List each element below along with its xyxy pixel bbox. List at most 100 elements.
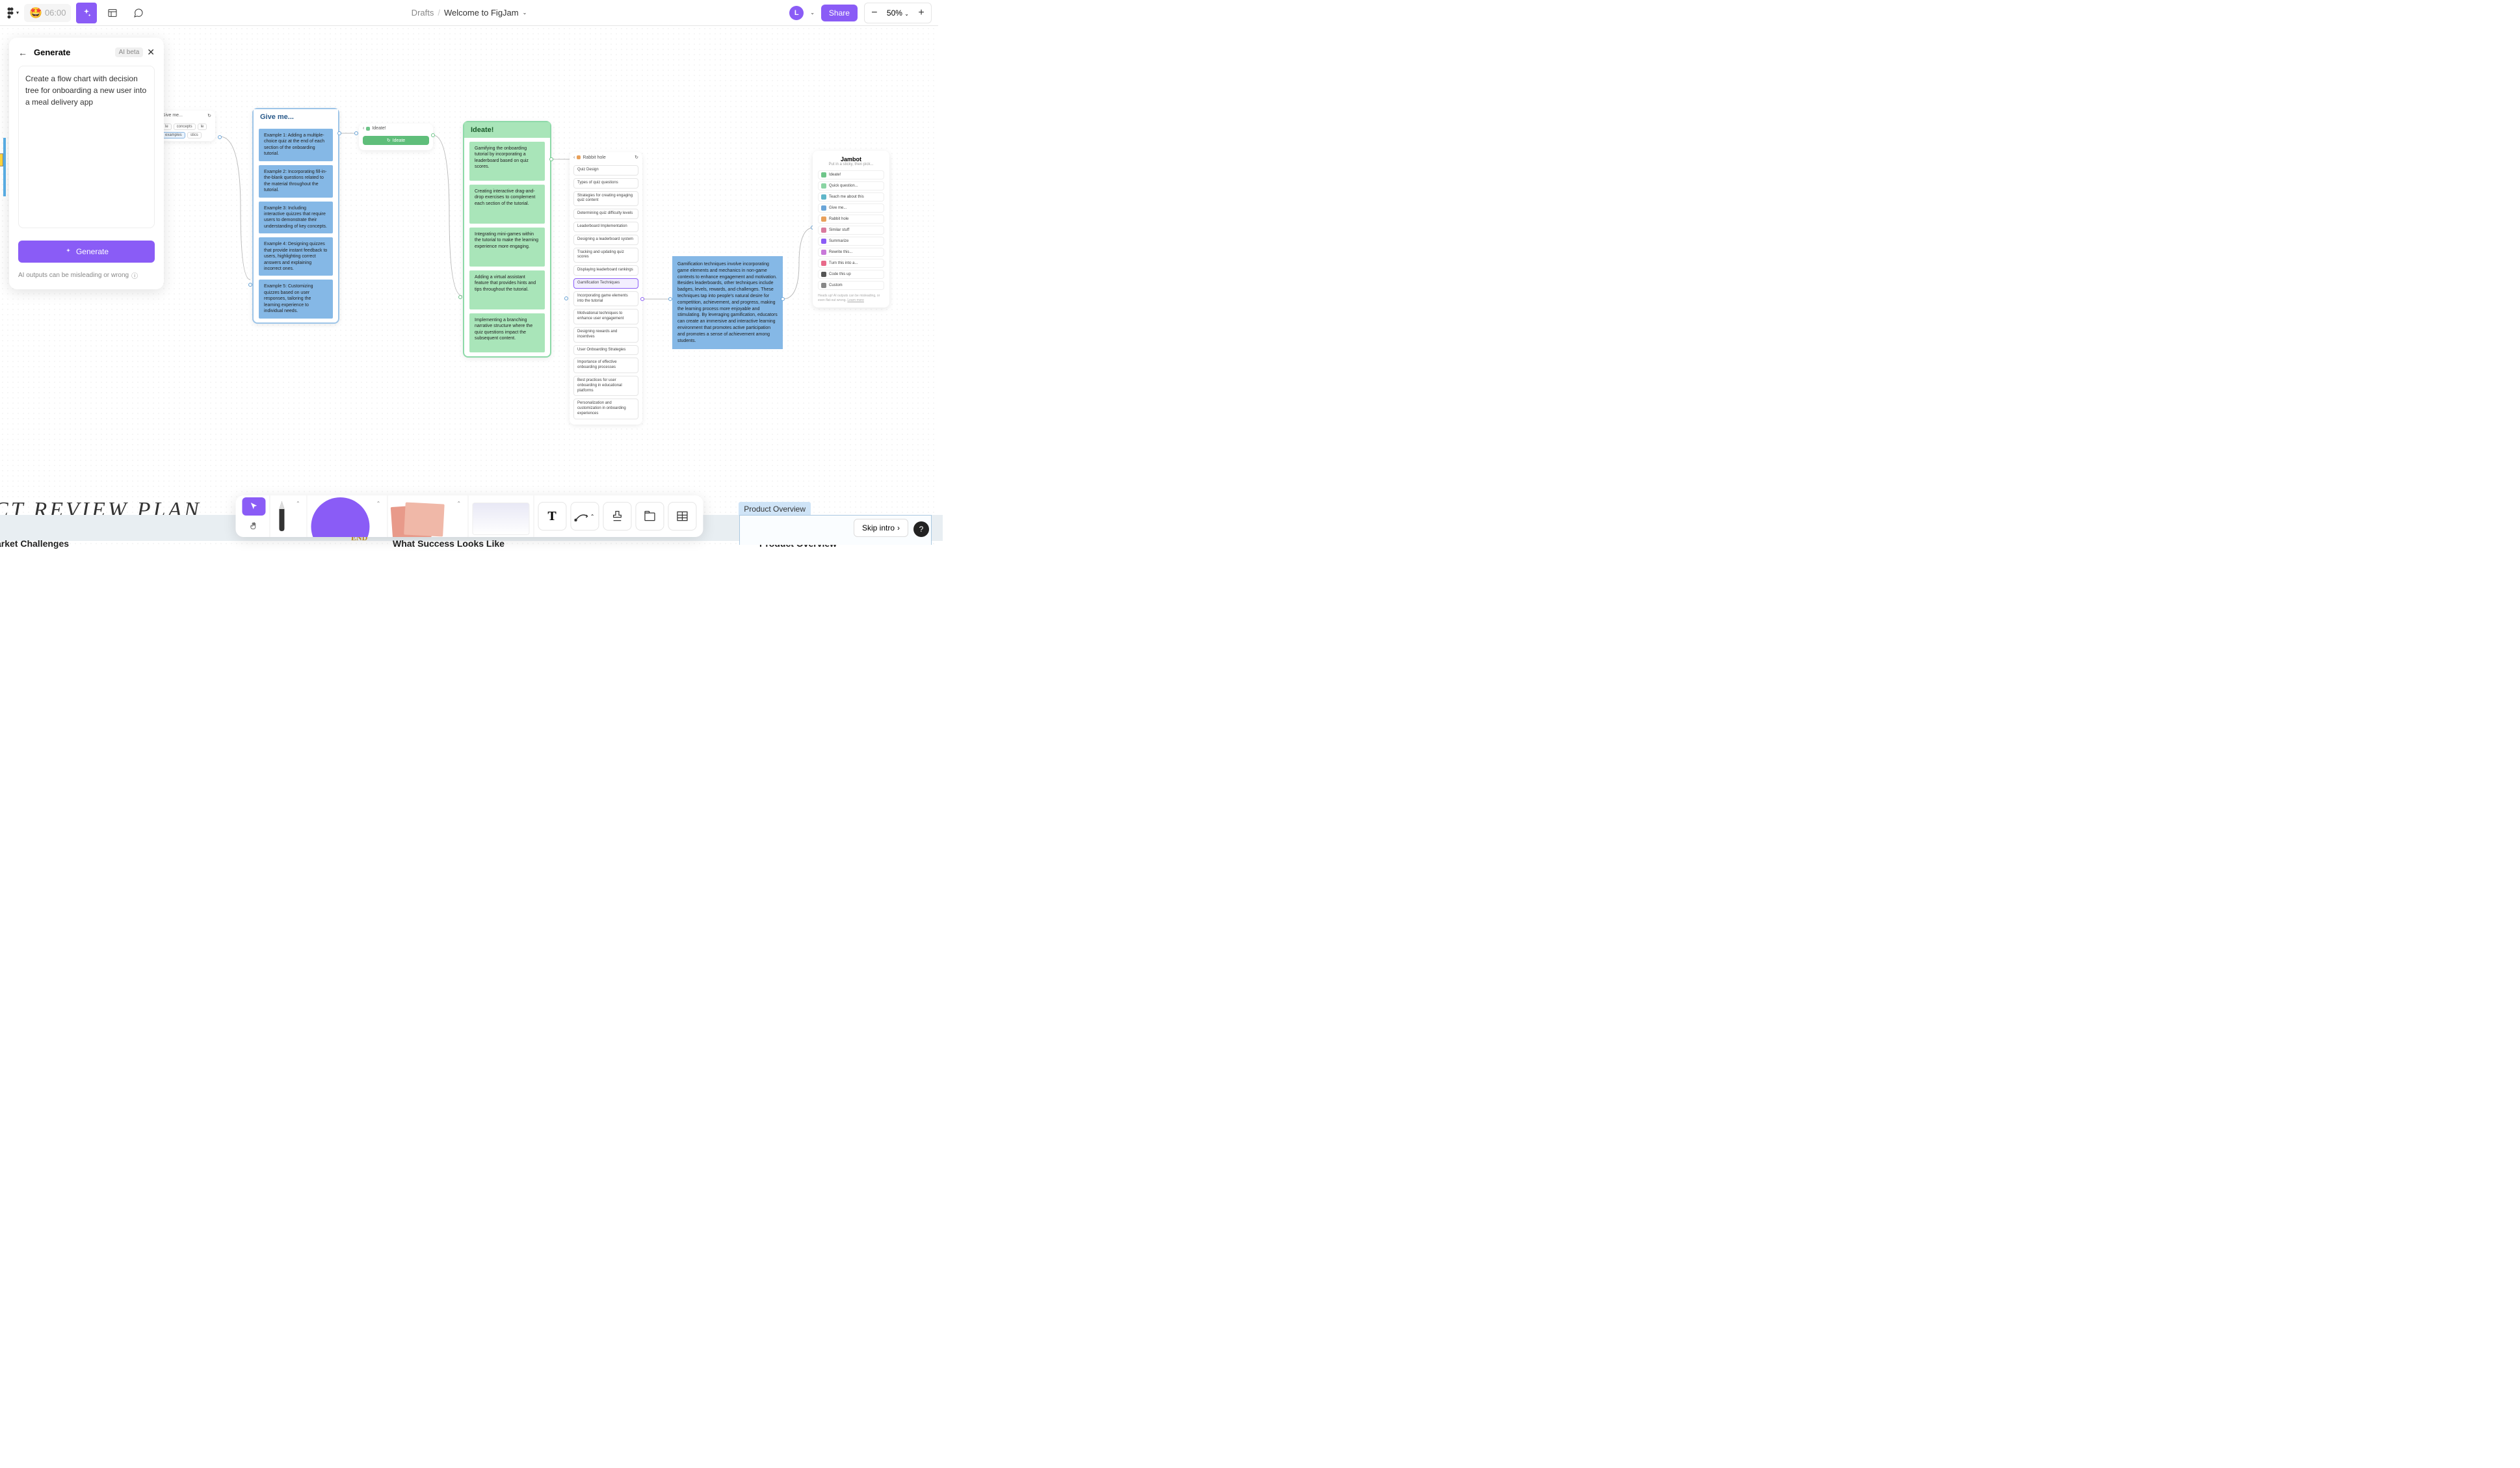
jambot-item[interactable]: Teach me about this bbox=[818, 192, 884, 202]
jambot-item[interactable]: Custom bbox=[818, 281, 884, 290]
rabbit-item[interactable]: Gamification Techniques bbox=[573, 278, 638, 289]
jambot-item[interactable]: Rabbit hole bbox=[818, 215, 884, 224]
ideate-item[interactable]: Creating interactive drag-and-drop exerc… bbox=[469, 185, 545, 224]
rabbit-item[interactable]: Motivational techniques to enhance user … bbox=[573, 309, 638, 324]
skip-intro-button[interactable]: Skip intro› bbox=[854, 519, 908, 537]
rabbit-item[interactable]: Personalization and customization in onb… bbox=[573, 399, 638, 419]
chip[interactable]: stics bbox=[187, 132, 202, 138]
section-tool[interactable] bbox=[635, 502, 664, 531]
jambot-item[interactable]: Turn this into a... bbox=[818, 259, 884, 268]
giveme-item[interactable]: Example 3: Including interactive quizzes… bbox=[259, 202, 333, 234]
ai-beta-badge: AI beta bbox=[115, 47, 144, 57]
rabbit-item[interactable]: Leaderboard Implementation bbox=[573, 222, 638, 232]
giveme-item[interactable]: Example 5: Customizing quizzes based on … bbox=[259, 280, 333, 318]
ideate-item[interactable]: Implementing a branching narrative struc… bbox=[469, 313, 545, 352]
jambot-card[interactable]: Jambot Put in a sticky, then pick... Ide… bbox=[813, 151, 889, 308]
jambot-item[interactable]: Ideate! bbox=[818, 170, 884, 179]
back-button[interactable]: ← bbox=[18, 47, 27, 58]
jambot-item[interactable]: Quick question... bbox=[818, 181, 884, 190]
mini-ideate-title: Ideate! bbox=[372, 126, 386, 131]
avatar[interactable]: L bbox=[789, 6, 804, 20]
giveme-item[interactable]: Example 4: Designing quizzes that provid… bbox=[259, 237, 333, 276]
rabbit-item[interactable]: Designing rewards and incentives bbox=[573, 327, 638, 343]
text-tool[interactable]: T bbox=[538, 502, 566, 531]
generate-prompt-input[interactable] bbox=[18, 66, 155, 228]
giveme-card-title: Give me... bbox=[254, 109, 338, 125]
ideate-item[interactable]: Integrating mini-games within the tutori… bbox=[469, 228, 545, 267]
shape-tool[interactable] bbox=[311, 497, 370, 537]
rabbit-item[interactable]: Best practices for user onboarding in ed… bbox=[573, 376, 638, 396]
ideate-item[interactable]: Adding a virtual assistant feature that … bbox=[469, 270, 545, 309]
ideate-item[interactable]: Gamifying the onboarding tutorial by inc… bbox=[469, 142, 545, 181]
select-tool[interactable] bbox=[242, 497, 265, 516]
chevron-down-icon[interactable]: ⌄ bbox=[523, 10, 527, 16]
learn-more-link[interactable]: Learn more bbox=[847, 298, 864, 302]
giveme-item[interactable]: Example 1: Adding a multiple-choice quiz… bbox=[259, 129, 333, 161]
rabbit-item[interactable]: Importance of effective onboarding proce… bbox=[573, 358, 638, 373]
canvas-edge-flag[interactable] bbox=[0, 153, 3, 166]
zoom-out-button[interactable]: − bbox=[866, 5, 883, 21]
chip-selected[interactable]: examples bbox=[162, 132, 185, 138]
ideate-input-card[interactable]: ‹ Ideate! ↻ Ideate bbox=[359, 124, 433, 150]
product-overview-tag[interactable]: Product Overview bbox=[739, 502, 811, 516]
rabbit-item[interactable]: Tracking and updating quiz scores bbox=[573, 248, 638, 263]
chevron-up-icon[interactable]: ⌃ bbox=[454, 498, 464, 509]
pen-tool[interactable] bbox=[274, 500, 289, 532]
ideate-results-card[interactable]: Ideate! Gamifying the onboarding tutoria… bbox=[463, 121, 551, 358]
gamification-note[interactable]: Gamification techniques involve incorpor… bbox=[672, 256, 783, 349]
back-icon[interactable]: ‹ bbox=[363, 126, 364, 131]
ai-sparkle-button[interactable] bbox=[76, 3, 97, 23]
rabbit-item[interactable]: User Onboarding Strategies bbox=[573, 345, 638, 356]
jambot-item[interactable]: Similar stuff bbox=[818, 226, 884, 235]
figma-menu[interactable]: ▾ bbox=[7, 7, 19, 19]
hand-tool[interactable] bbox=[242, 517, 265, 535]
rabbit-hole-card[interactable]: ‹ Rabbit hole ↻ Quiz DesignTypes of quiz… bbox=[570, 152, 642, 425]
chip[interactable]: le bbox=[198, 124, 207, 130]
rabbit-item[interactable]: Designing a leaderboard system bbox=[573, 235, 638, 245]
chevron-up-icon[interactable]: ⌃ bbox=[374, 498, 384, 509]
giveme-input-card[interactable]: Give me... ↻ le concepts le examples sti… bbox=[158, 111, 215, 141]
breadcrumb-drafts[interactable]: Drafts bbox=[412, 8, 434, 18]
connector-tool[interactable]: ⌃ bbox=[570, 502, 599, 531]
jambot-item-label: Quick question... bbox=[829, 184, 858, 188]
templates-tool[interactable] bbox=[472, 503, 529, 535]
help-button[interactable]: ? bbox=[913, 521, 929, 537]
breadcrumb-title[interactable]: Welcome to FigJam bbox=[444, 8, 519, 18]
sticky-note-tool[interactable] bbox=[391, 502, 450, 537]
info-icon[interactable]: ⓘ bbox=[131, 270, 138, 280]
chevron-down-icon[interactable]: ⌄ bbox=[810, 10, 815, 16]
chevron-up-icon[interactable]: ⌃ bbox=[293, 498, 303, 509]
comment-button[interactable] bbox=[128, 3, 149, 23]
ideate-button[interactable]: ↻ Ideate bbox=[363, 136, 429, 145]
giveme-item[interactable]: Example 2: Incorporating fill-in-the-bla… bbox=[259, 165, 333, 198]
zoom-value[interactable]: 50% ⌄ bbox=[884, 8, 912, 18]
rabbit-item[interactable]: Strategies for creating engaging quiz co… bbox=[573, 191, 638, 207]
chip[interactable]: concepts bbox=[174, 124, 196, 130]
zoom-in-button[interactable]: + bbox=[913, 5, 930, 21]
breadcrumb[interactable]: Drafts / Welcome to FigJam ⌄ bbox=[412, 8, 527, 18]
rabbit-item[interactable]: Quiz Design bbox=[573, 165, 638, 176]
refresh-icon[interactable]: ↻ bbox=[207, 113, 211, 118]
rabbit-item[interactable]: Incorporating game elements into the tut… bbox=[573, 291, 638, 307]
toolbar-right: L ⌄ Share − 50% ⌄ + bbox=[789, 3, 932, 23]
jambot-item[interactable]: Summarize bbox=[818, 237, 884, 246]
giveme-results-card[interactable]: Give me... Example 1: Adding a multiple-… bbox=[252, 108, 339, 324]
stamp-tool[interactable] bbox=[603, 502, 631, 531]
breadcrumb-separator: / bbox=[438, 8, 440, 18]
table-tool[interactable] bbox=[668, 502, 696, 531]
jambot-item[interactable]: Give me... bbox=[818, 203, 884, 213]
rabbit-item[interactable]: Determining quiz difficulty levels bbox=[573, 209, 638, 219]
share-button[interactable]: Share bbox=[821, 5, 858, 21]
back-icon[interactable]: ‹ bbox=[573, 155, 575, 160]
success-label: What Success Looks Like bbox=[393, 538, 505, 549]
jambot-item[interactable]: Rewrite this... bbox=[818, 248, 884, 257]
figma-icon bbox=[7, 7, 14, 19]
layout-button[interactable] bbox=[102, 3, 123, 23]
timer-widget[interactable]: 🤩 06:00 bbox=[24, 4, 71, 22]
refresh-icon[interactable]: ↻ bbox=[635, 155, 638, 160]
rabbit-item[interactable]: Displaying leaderboard rankings bbox=[573, 265, 638, 276]
jambot-item[interactable]: Code this up bbox=[818, 270, 884, 279]
rabbit-item[interactable]: Types of quiz questions bbox=[573, 178, 638, 189]
close-button[interactable]: ✕ bbox=[147, 47, 155, 58]
generate-button[interactable]: Generate bbox=[18, 241, 155, 263]
